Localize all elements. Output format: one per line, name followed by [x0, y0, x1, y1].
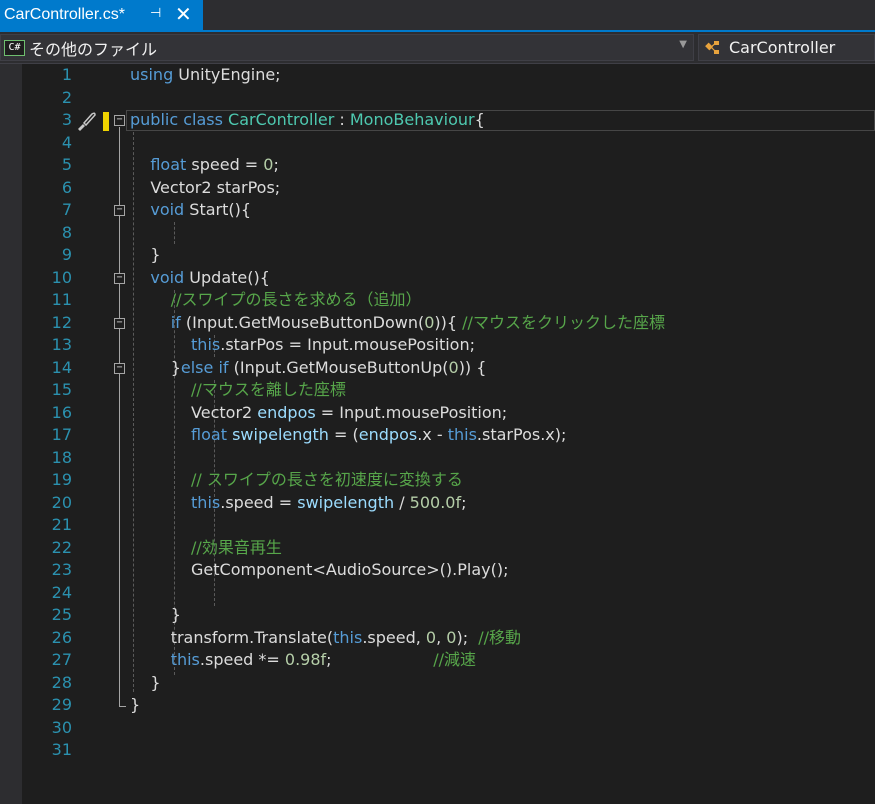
- code-line[interactable]: 26 transform.Translate(this.speed, 0, 0)…: [0, 627, 875, 650]
- pin-icon[interactable]: ⊣: [150, 5, 161, 21]
- line-number: 31: [51, 740, 72, 759]
- code-text[interactable]: Vector2 starPos;: [130, 177, 280, 200]
- code-line[interactable]: 9 }: [0, 244, 875, 267]
- line-number: 18: [51, 447, 72, 467]
- code-line[interactable]: 5 float speed = 0;: [0, 154, 875, 177]
- code-line[interactable]: 29}: [0, 694, 875, 717]
- close-icon[interactable]: ✕: [175, 2, 192, 27]
- line-number: 13: [51, 335, 72, 354]
- code-line[interactable]: 24: [0, 582, 875, 605]
- line-number: 11: [51, 290, 72, 309]
- tab-carcontroller[interactable]: CarController.cs* ⊣ ✕: [0, 0, 203, 30]
- line-number: 14: [51, 357, 72, 377]
- code-line[interactable]: 25 }: [0, 604, 875, 627]
- code-text[interactable]: //スワイプの長さを求める（追加）: [130, 289, 422, 312]
- code-line[interactable]: 12 if (Input.GetMouseButtonDown(0)){ //マ…: [0, 312, 875, 335]
- line-number: 5: [61, 155, 72, 174]
- csharp-file-icon: C#: [4, 39, 25, 56]
- line-number: 22: [51, 537, 72, 557]
- code-line[interactable]: 21: [0, 514, 875, 537]
- class-icon: [705, 40, 719, 54]
- code-line[interactable]: 15 //マウスを離した座標: [0, 379, 875, 402]
- code-line[interactable]: 11 //スワイプの長さを求める（追加）: [0, 289, 875, 312]
- code-line[interactable]: 28 }: [0, 672, 875, 695]
- code-text[interactable]: this.starPos = Input.mousePosition;: [130, 334, 475, 357]
- code-line[interactable]: 10 void Update(){: [0, 267, 875, 290]
- code-text[interactable]: //マウスを離した座標: [130, 379, 346, 402]
- code-text[interactable]: void Start(){: [130, 199, 251, 222]
- line-number: 12: [51, 312, 72, 332]
- type-dropdown[interactable]: CarController: [698, 34, 875, 61]
- code-line[interactable]: 4: [0, 132, 875, 155]
- line-number: 17: [51, 425, 72, 444]
- code-text[interactable]: GetComponent<AudioSource>().Play();: [130, 559, 508, 582]
- code-line[interactable]: 23 GetComponent<AudioSource>().Play();: [0, 559, 875, 582]
- code-text[interactable]: public class CarController : MonoBehavio…: [130, 109, 485, 132]
- navigation-bar: C# その他のファイル ▼ CarController: [0, 32, 875, 64]
- code-text[interactable]: if (Input.GetMouseButtonDown(0)){ //マウスを…: [130, 312, 665, 335]
- code-text[interactable]: }: [130, 694, 140, 717]
- type-dropdown-label: CarController: [729, 38, 836, 57]
- code-text[interactable]: }: [130, 672, 160, 695]
- line-number: 9: [61, 245, 72, 264]
- code-line[interactable]: 16 Vector2 endpos = Input.mousePosition;: [0, 402, 875, 425]
- code-line[interactable]: 3 public class CarController : MonoBehavi…: [0, 109, 875, 132]
- line-number: 23: [51, 560, 72, 579]
- code-line[interactable]: 17 float swipelength = (endpos.x - this.…: [0, 424, 875, 447]
- line-number: 16: [51, 402, 72, 422]
- code-line[interactable]: 7 void Start(){: [0, 199, 875, 222]
- line-number: 25: [51, 605, 72, 624]
- code-line[interactable]: 22 //効果音再生: [0, 537, 875, 560]
- line-number: 19: [51, 470, 72, 489]
- line-number: 4: [61, 132, 72, 152]
- tab-title: CarController.cs*: [4, 6, 125, 23]
- line-number: 30: [51, 717, 72, 737]
- project-scope-label: その他のファイル: [29, 39, 158, 59]
- line-number: 24: [51, 582, 72, 602]
- code-line[interactable]: 30: [0, 717, 875, 740]
- line-number: 7: [61, 200, 72, 219]
- code-line[interactable]: 14 }else if (Input.GetMouseButtonUp(0)) …: [0, 357, 875, 380]
- code-text[interactable]: Vector2 endpos = Input.mousePosition;: [130, 402, 507, 425]
- line-number: 15: [51, 380, 72, 399]
- project-scope-dropdown[interactable]: C# その他のファイル ▼: [0, 34, 694, 61]
- code-line[interactable]: 18: [0, 447, 875, 470]
- code-text[interactable]: // スワイプの長さを初速度に変換する: [130, 469, 463, 492]
- document-tab-bar: CarController.cs* ⊣ ✕: [0, 0, 875, 32]
- line-number: 3: [61, 110, 72, 129]
- line-number: 29: [51, 695, 72, 714]
- code-text[interactable]: //効果音再生: [130, 537, 282, 560]
- code-text[interactable]: float swipelength = (endpos.x - this.sta…: [130, 424, 566, 447]
- code-text[interactable]: }: [130, 244, 160, 267]
- chevron-down-icon[interactable]: ▼: [679, 39, 687, 50]
- code-editor[interactable]: − − − − − 1 using UnityEngine; 2 3 public cl…: [0, 64, 875, 804]
- code-line[interactable]: 20 this.speed = swipelength / 500.0f;: [0, 492, 875, 515]
- code-line[interactable]: 2: [0, 87, 875, 110]
- line-number: 2: [61, 87, 72, 107]
- code-text[interactable]: using UnityEngine;: [130, 64, 281, 87]
- line-number: 20: [51, 492, 72, 512]
- code-line[interactable]: 1 using UnityEngine;: [0, 64, 875, 87]
- line-number: 10: [51, 267, 72, 287]
- code-text[interactable]: }else if (Input.GetMouseButtonUp(0)) {: [130, 357, 487, 380]
- line-number: 1: [61, 65, 72, 84]
- code-line[interactable]: 13 this.starPos = Input.mousePosition;: [0, 334, 875, 357]
- code-text[interactable]: void Update(){: [130, 267, 270, 290]
- line-number: 28: [51, 672, 72, 692]
- line-number: 27: [51, 650, 72, 669]
- code-text[interactable]: this.speed = swipelength / 500.0f;: [130, 492, 466, 515]
- code-text[interactable]: transform.Translate(this.speed, 0, 0); /…: [130, 627, 521, 650]
- code-line[interactable]: 6 Vector2 starPos;: [0, 177, 875, 200]
- line-number: 8: [61, 222, 72, 242]
- code-line[interactable]: 19 // スワイプの長さを初速度に変換する: [0, 469, 875, 492]
- code-line[interactable]: 8: [0, 222, 875, 245]
- code-text[interactable]: }: [130, 604, 181, 627]
- line-number: 6: [61, 177, 72, 197]
- code-text[interactable]: float speed = 0;: [130, 154, 279, 177]
- line-number: 26: [51, 627, 72, 647]
- code-line[interactable]: 31: [0, 739, 875, 762]
- line-number: 21: [51, 515, 72, 534]
- code-text[interactable]: this.speed *= 0.98f; //減速: [130, 649, 476, 672]
- code-line[interactable]: 27 this.speed *= 0.98f; //減速: [0, 649, 875, 672]
